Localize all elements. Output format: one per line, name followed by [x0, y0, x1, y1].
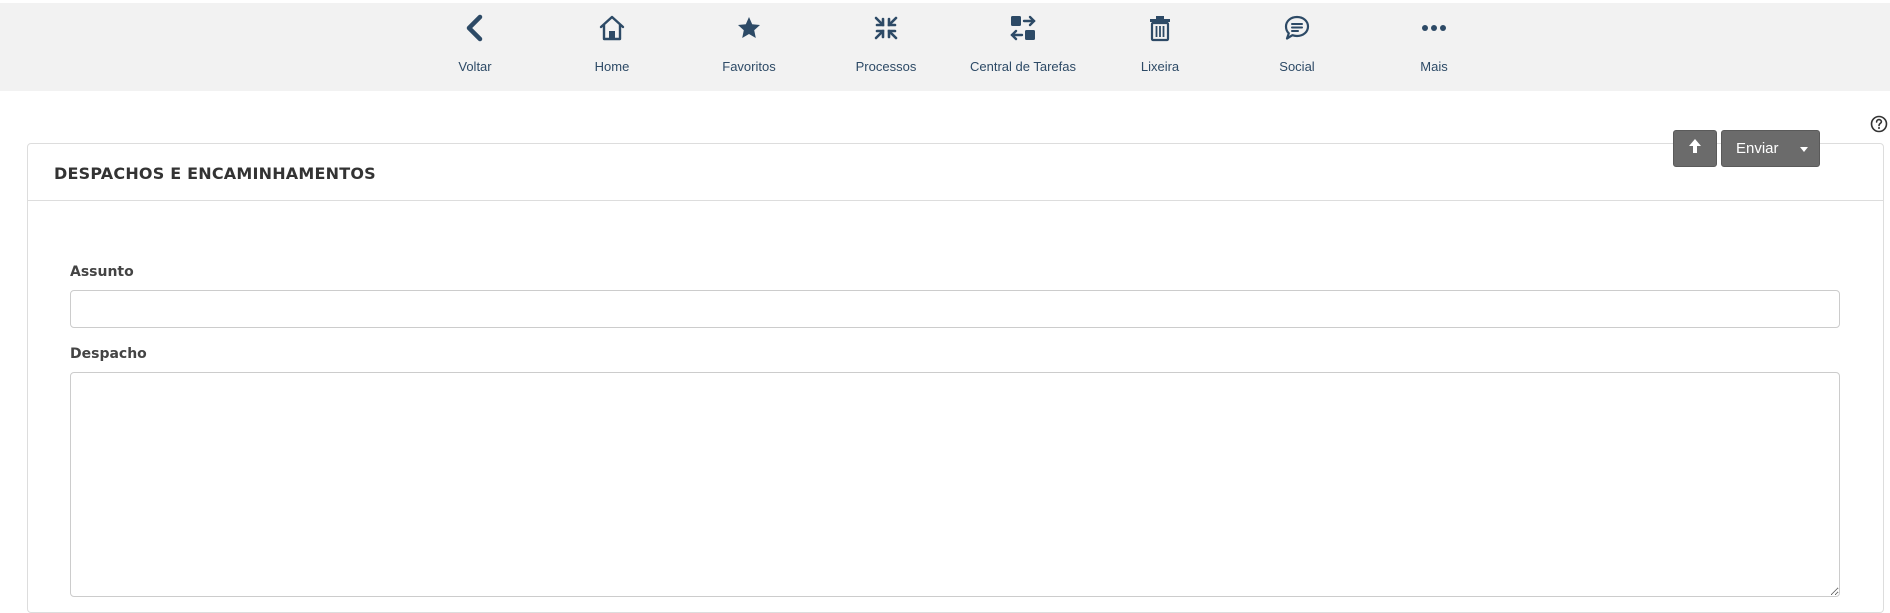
send-button-label: Enviar [1736, 140, 1779, 157]
dispatch-label: Despacho [70, 346, 147, 362]
subject-input[interactable] [70, 290, 1840, 328]
more-dots-icon [1419, 13, 1449, 43]
nav-label-favoritos: Favoritos [722, 59, 776, 74]
nav-item-lixeira[interactable]: Lixeira [1100, 3, 1220, 91]
chevron-left-icon [460, 13, 490, 43]
nav-item-processos[interactable]: Processos [826, 3, 946, 91]
panel-title: DESPACHOS E ENCAMINHAMENTOS [54, 164, 376, 183]
nav-label-social: Social [1279, 59, 1315, 74]
process-arrows-icon [871, 13, 901, 43]
star-icon [734, 13, 764, 43]
nav-label-home: Home [594, 59, 630, 74]
arrow-up-icon [1687, 137, 1703, 160]
dispatch-textarea[interactable] [70, 372, 1840, 597]
trash-icon [1145, 13, 1175, 43]
panel-header: DESPACHOS E ENCAMINHAMENTOS [28, 144, 1883, 201]
nav-item-favoritos[interactable]: Favoritos [689, 3, 809, 91]
top-navigation-bar: Voltar Home Favoritos Processos Central … [0, 3, 1890, 91]
nav-item-mais[interactable]: Mais [1374, 3, 1494, 91]
nav-item-voltar[interactable]: Voltar [415, 3, 535, 91]
nav-item-social[interactable]: Social [1237, 3, 1357, 91]
nav-label-lixeira: Lixeira [1140, 59, 1180, 74]
chat-bubble-icon [1282, 13, 1312, 43]
task-center-icon [1008, 13, 1038, 43]
caret-down-icon[interactable] [1800, 147, 1808, 152]
upload-button[interactable] [1673, 130, 1717, 167]
nav-item-central-de-tarefas[interactable]: Central de Tarefas [963, 3, 1083, 91]
help-circle-icon[interactable] [1870, 115, 1888, 133]
nav-item-home[interactable]: Home [552, 3, 672, 91]
nav-label-mais: Mais [1420, 59, 1448, 74]
nav-label-voltar: Voltar [458, 59, 492, 74]
subject-label: Assunto [70, 264, 134, 280]
home-icon [597, 13, 627, 43]
nav-label-processos: Processos [855, 59, 917, 74]
send-button[interactable]: Enviar [1721, 130, 1820, 167]
nav-label-central-de-tarefas: Central de Tarefas [970, 59, 1076, 74]
